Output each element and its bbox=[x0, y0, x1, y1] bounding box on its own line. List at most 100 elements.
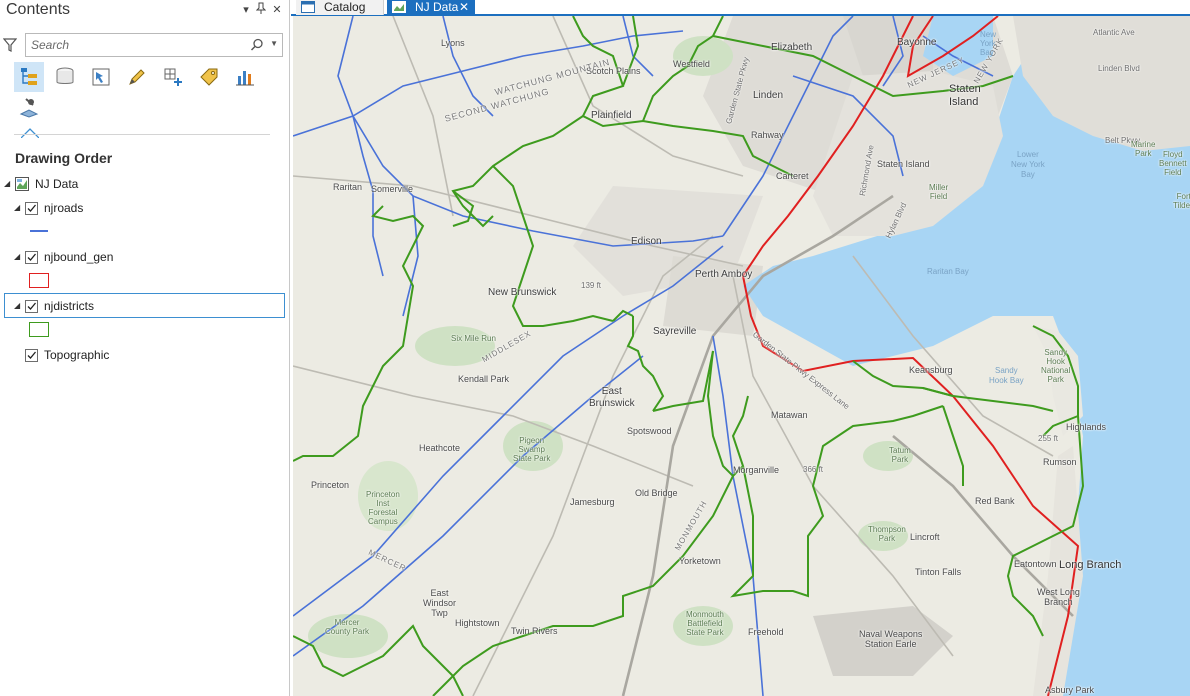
map-label: Princeton bbox=[311, 480, 350, 490]
layer-visibility-checkbox[interactable] bbox=[25, 300, 38, 313]
list-by-data-source-icon[interactable] bbox=[50, 62, 80, 92]
map-label: Raritan Bay bbox=[927, 267, 969, 276]
map-label: Hightstown bbox=[455, 618, 500, 628]
map-label: Asbury Park bbox=[1045, 685, 1095, 695]
collapse-triangle-icon[interactable]: ◢ bbox=[14, 203, 24, 213]
map-label: Old Bridge bbox=[635, 488, 678, 498]
tree-item-njbound-gen[interactable]: ◢ njbound_gen bbox=[0, 249, 290, 269]
catalog-icon bbox=[301, 1, 315, 13]
collapse-triangle-icon[interactable]: ◢ bbox=[14, 252, 24, 262]
list-by-selection-icon[interactable] bbox=[86, 62, 116, 92]
map-label: Atlantic Ave bbox=[1093, 28, 1135, 37]
map-label: Lincroft bbox=[910, 532, 940, 542]
map-label: Staten Island bbox=[877, 159, 930, 169]
map-label: Sandy Hook Bay bbox=[989, 366, 1024, 385]
pane-header: Contents ▾ ✕ bbox=[0, 0, 290, 22]
map-name: NJ Data bbox=[35, 177, 79, 191]
tab-label: NJ Data bbox=[415, 0, 459, 14]
map-label: East Windsor Twp bbox=[423, 588, 457, 618]
map-label: Linden Blvd bbox=[1098, 64, 1140, 73]
map-label: Edison bbox=[631, 236, 662, 247]
tree-item-map[interactable]: ◢ NJ Data bbox=[0, 176, 290, 196]
map-icon bbox=[15, 177, 29, 191]
layer-name: njbound_gen bbox=[44, 250, 114, 264]
collapse-triangle-icon[interactable]: ◢ bbox=[14, 301, 24, 311]
map-label: Thompson Park bbox=[868, 525, 906, 543]
pin-icon[interactable] bbox=[254, 2, 268, 18]
map-label: Elizabeth bbox=[771, 42, 813, 53]
polygon-symbol-swatch[interactable] bbox=[29, 322, 49, 337]
map-icon bbox=[392, 1, 406, 13]
layer-visibility-checkbox[interactable] bbox=[25, 349, 38, 362]
list-by-perspective-imagery-icon[interactable] bbox=[14, 92, 44, 122]
map-label: Monmouth Battlefield State Park bbox=[686, 610, 724, 637]
map-view[interactable]: Lyons Scotch Plains Westfield Elizabeth … bbox=[293, 16, 1190, 696]
contents-pane: Contents ▾ ✕ ▼ bbox=[0, 0, 290, 696]
list-by-charts-icon[interactable] bbox=[230, 62, 260, 92]
map-label: Rahway bbox=[751, 130, 784, 140]
map-label: Freehold bbox=[748, 627, 784, 637]
map-label: Bayonne bbox=[897, 37, 937, 48]
map-label: Twin Rivers bbox=[511, 626, 558, 636]
layer-visibility-checkbox[interactable] bbox=[25, 251, 38, 264]
map-label: Floyd Bennett Field bbox=[1159, 150, 1187, 177]
map-label: Carteret bbox=[776, 171, 809, 181]
map-label: 139 ft bbox=[581, 281, 602, 290]
tree-item-njroads[interactable]: ◢ njroads bbox=[0, 200, 290, 220]
list-by-drawing-order-icon[interactable] bbox=[14, 62, 44, 92]
map-label: Pigeon Swamp State Park bbox=[513, 436, 551, 463]
map-label: Mercer County Park bbox=[325, 618, 370, 636]
map-label: Tatum Park bbox=[889, 446, 911, 464]
layer-name: Topographic bbox=[44, 348, 110, 362]
map-label: Marine Park bbox=[1131, 140, 1156, 158]
map-label: Westfield bbox=[673, 59, 710, 69]
map-label: Keansburg bbox=[909, 365, 953, 375]
pane-options-dropdown-icon[interactable]: ▾ bbox=[239, 2, 253, 18]
map-label: Yorketown bbox=[679, 556, 721, 566]
layer-name: njroads bbox=[44, 201, 84, 215]
tab-catalog[interactable]: Catalog bbox=[296, 0, 384, 15]
layer-visibility-checkbox[interactable] bbox=[25, 202, 38, 215]
map-label: Long Branch bbox=[1059, 559, 1122, 571]
map-label: Kendall Park bbox=[458, 374, 510, 384]
map-label: Morganville bbox=[733, 465, 780, 475]
map-label: East Brunswick bbox=[589, 386, 635, 409]
map-label: Sayreville bbox=[653, 326, 697, 337]
close-icon[interactable]: ✕ bbox=[270, 2, 284, 18]
line-symbol-swatch[interactable] bbox=[30, 230, 48, 232]
collapse-triangle-icon[interactable]: ◢ bbox=[4, 179, 14, 189]
divider bbox=[14, 134, 270, 135]
filter-icon[interactable] bbox=[2, 37, 19, 53]
list-by-labeling-icon[interactable] bbox=[194, 62, 224, 92]
map-label: Eatontown bbox=[1014, 559, 1057, 569]
map-label: Somerville bbox=[371, 184, 414, 194]
search-input[interactable] bbox=[26, 34, 246, 56]
map-label: Naval Weapons Station Earle bbox=[859, 629, 923, 649]
close-icon[interactable]: ✕ bbox=[459, 0, 469, 14]
map-label: Red Bank bbox=[975, 496, 1015, 506]
search-box[interactable]: ▼ bbox=[25, 33, 283, 57]
map-label: Staten Island bbox=[949, 83, 981, 108]
map-label: Lyons bbox=[441, 38, 465, 48]
map-label: Highlands bbox=[1066, 422, 1107, 432]
pane-title: Contents bbox=[6, 1, 71, 18]
map-label: Tinton Falls bbox=[915, 567, 962, 577]
map-label: 255 ft bbox=[1038, 434, 1059, 443]
map-label: Rumson bbox=[1043, 457, 1077, 467]
tab-label: Catalog bbox=[324, 0, 366, 14]
map-label: Linden bbox=[753, 90, 784, 101]
map-label: 366 ft bbox=[803, 465, 824, 474]
search-options-chevron-icon[interactable]: ▼ bbox=[270, 39, 278, 48]
map-label: Fort Tilden bbox=[1173, 192, 1190, 210]
search-icon[interactable] bbox=[250, 38, 264, 52]
polygon-symbol-swatch[interactable] bbox=[29, 273, 49, 288]
map-label: Jamesburg bbox=[570, 497, 615, 507]
map-label: Raritan bbox=[333, 182, 363, 192]
list-by-editing-icon[interactable] bbox=[122, 62, 152, 92]
map-label: Six Mile Run bbox=[451, 334, 496, 343]
list-by-snapping-icon[interactable] bbox=[158, 62, 188, 92]
tree-item-topographic[interactable]: Topographic bbox=[0, 347, 290, 367]
tree-item-njdistricts[interactable]: ◢ njdistricts bbox=[0, 298, 290, 318]
map-label: New Brunswick bbox=[488, 287, 557, 298]
tab-nj-data[interactable]: NJ Data ✕ bbox=[387, 0, 475, 15]
